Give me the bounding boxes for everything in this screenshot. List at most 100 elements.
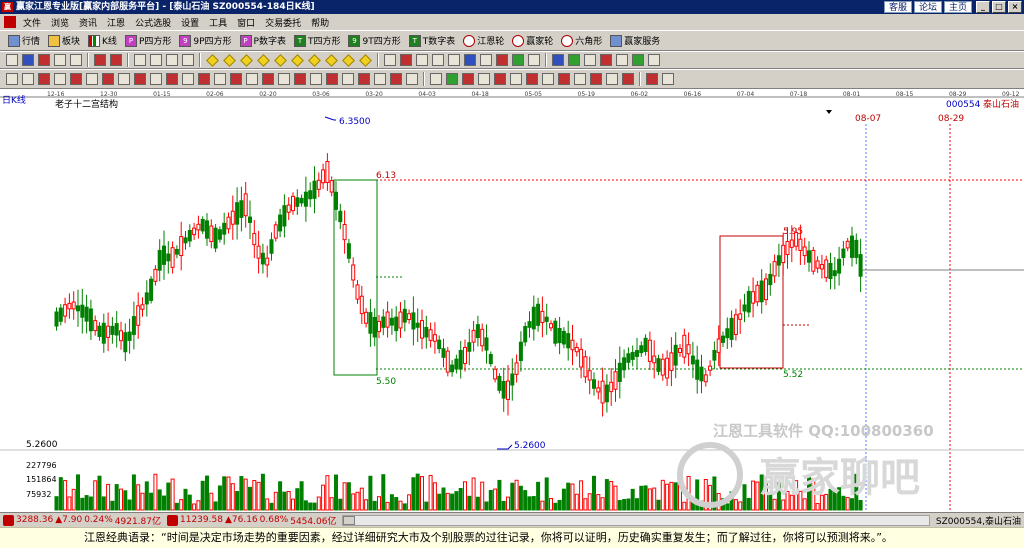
zoom-icon[interactable] bbox=[22, 54, 34, 66]
line-icon[interactable] bbox=[416, 54, 428, 66]
diamond-icon[interactable] bbox=[240, 53, 253, 67]
menu-gann[interactable]: 江恩 bbox=[102, 16, 130, 29]
sheet-icon[interactable] bbox=[430, 73, 442, 85]
horizontal-scrollbar[interactable] bbox=[342, 514, 930, 526]
swing-icon[interactable] bbox=[478, 73, 490, 85]
ray-icon[interactable] bbox=[432, 54, 444, 66]
list-icon[interactable] bbox=[616, 54, 628, 66]
chart-icon[interactable] bbox=[38, 54, 50, 66]
diamond-icon[interactable] bbox=[223, 53, 236, 67]
gann-fan-icon[interactable] bbox=[38, 73, 50, 85]
print-icon[interactable] bbox=[648, 54, 660, 66]
kline-chart[interactable]: 12-16 12-30 01-15 02-06 02-20 03-06 03-20 04-03… bbox=[0, 89, 1024, 512]
minimize-button[interactable]: _ bbox=[976, 1, 990, 13]
toolbar-quotes-button[interactable]: 行情 bbox=[4, 34, 44, 47]
alert-icon[interactable] bbox=[600, 54, 612, 66]
menu-settings[interactable]: 设置 bbox=[176, 16, 204, 29]
maximize-button[interactable]: □ bbox=[992, 1, 1006, 13]
star-icon[interactable] bbox=[310, 73, 322, 85]
arrow-up-icon[interactable] bbox=[496, 54, 508, 66]
kline-chart-panel[interactable]: 12-16 12-30 01-15 02-06 02-20 03-06 03-20 04-03… bbox=[0, 89, 1024, 512]
channel-icon[interactable] bbox=[448, 54, 460, 66]
toolbar-winner-wheel-button[interactable]: 赢家轮 bbox=[508, 34, 557, 47]
cluster-icon[interactable] bbox=[494, 73, 506, 85]
pointer-icon[interactable] bbox=[110, 54, 122, 66]
arrow-icon[interactable] bbox=[590, 73, 602, 85]
cycle-icon[interactable] bbox=[118, 73, 130, 85]
calc-icon[interactable] bbox=[568, 54, 580, 66]
range-icon[interactable] bbox=[526, 73, 538, 85]
infinity-icon[interactable] bbox=[662, 73, 674, 85]
toolbar-sector-button[interactable]: 板块 bbox=[44, 34, 84, 47]
link-homepage[interactable]: 主页 bbox=[943, 1, 972, 13]
erase-icon[interactable] bbox=[528, 54, 540, 66]
bracket-icon[interactable] bbox=[342, 73, 354, 85]
percent-icon[interactable] bbox=[230, 73, 242, 85]
scroll-thumb[interactable] bbox=[343, 515, 356, 525]
toolbar-service-button[interactable]: 赢家服务 bbox=[606, 34, 664, 47]
diamond-icon[interactable] bbox=[257, 53, 270, 67]
flag-icon[interactable] bbox=[94, 54, 106, 66]
close-button[interactable]: × bbox=[1008, 1, 1022, 13]
pencil-icon[interactable] bbox=[6, 73, 18, 85]
split-icon[interactable] bbox=[358, 73, 370, 85]
menu-formula-screener[interactable]: 公式选股 bbox=[130, 16, 176, 29]
menu-help[interactable]: 帮助 bbox=[306, 16, 334, 29]
toolbar-hexagon-button[interactable]: 六角形 bbox=[557, 34, 606, 47]
first-icon[interactable] bbox=[134, 54, 146, 66]
toolbar-9t-square-button[interactable]: 9 9T四方形 bbox=[344, 34, 404, 47]
diamond-icon[interactable] bbox=[291, 53, 304, 67]
speed-line-icon[interactable] bbox=[214, 73, 226, 85]
mirror-icon[interactable] bbox=[374, 73, 386, 85]
polygon-icon[interactable] bbox=[326, 73, 338, 85]
menu-trade[interactable]: 交易委托 bbox=[260, 16, 306, 29]
menu-browse[interactable]: 浏览 bbox=[46, 16, 74, 29]
toolbar-t-table-button[interactable]: T T数字表 bbox=[405, 34, 460, 47]
gann-grid-icon[interactable] bbox=[70, 73, 82, 85]
window-icon[interactable] bbox=[584, 54, 596, 66]
left-arrow-icon[interactable] bbox=[166, 54, 178, 66]
toolbar-9p-square-button[interactable]: 9 9P四方形 bbox=[175, 34, 235, 47]
period-icon[interactable] bbox=[246, 73, 258, 85]
clear-icon[interactable] bbox=[622, 73, 634, 85]
text-icon[interactable] bbox=[480, 54, 492, 66]
zigzag-icon[interactable] bbox=[574, 73, 586, 85]
hand-icon[interactable] bbox=[384, 54, 396, 66]
menu-window[interactable]: 窗口 bbox=[232, 16, 260, 29]
toolbar-t-square-button[interactable]: T T四方形 bbox=[290, 34, 345, 47]
angle-icon[interactable] bbox=[166, 73, 178, 85]
arc-icon[interactable] bbox=[150, 73, 162, 85]
diamond-icon[interactable] bbox=[308, 53, 321, 67]
projection-icon[interactable] bbox=[390, 73, 402, 85]
pivot-icon[interactable] bbox=[542, 73, 554, 85]
last-icon[interactable] bbox=[150, 54, 162, 66]
percent-calc-icon[interactable] bbox=[462, 73, 474, 85]
grid-view-icon[interactable] bbox=[552, 54, 564, 66]
ruler-icon[interactable] bbox=[464, 54, 476, 66]
volume-icon[interactable] bbox=[446, 73, 458, 85]
toolbar-gann-wheel-button[interactable]: 江恩轮 bbox=[459, 34, 508, 47]
export-icon[interactable] bbox=[632, 54, 644, 66]
fib-icon[interactable] bbox=[86, 73, 98, 85]
diamond-icon[interactable] bbox=[325, 53, 338, 67]
sh-index-status[interactable]: 3288.36 ▲7.90 0.24% 4921.87亿 bbox=[0, 514, 164, 527]
spiral-icon[interactable] bbox=[182, 73, 194, 85]
dropdown-arrow-icon[interactable] bbox=[826, 110, 832, 114]
diamond-icon[interactable] bbox=[206, 53, 219, 67]
toolbar-kline-button[interactable]: K线 bbox=[84, 34, 121, 47]
menu-tools[interactable]: 工具 bbox=[204, 16, 232, 29]
marker-icon[interactable] bbox=[294, 73, 306, 85]
diamond-icon[interactable] bbox=[359, 53, 372, 67]
time-icon[interactable] bbox=[134, 73, 146, 85]
cursor-icon[interactable] bbox=[70, 54, 82, 66]
trend-icon[interactable] bbox=[262, 73, 274, 85]
menu-file[interactable]: 文件 bbox=[18, 16, 46, 29]
gann-box-icon[interactable] bbox=[54, 73, 66, 85]
gap-icon[interactable] bbox=[510, 73, 522, 85]
diamond-icon[interactable] bbox=[274, 53, 287, 67]
table-icon[interactable] bbox=[6, 54, 18, 66]
sz-index-status[interactable]: 11239.58 ▲76.16 0.68% 5454.06亿 bbox=[164, 514, 339, 527]
fan-icon[interactable] bbox=[22, 73, 34, 85]
retrace-icon[interactable] bbox=[406, 73, 418, 85]
right-arrow-icon[interactable] bbox=[182, 54, 194, 66]
